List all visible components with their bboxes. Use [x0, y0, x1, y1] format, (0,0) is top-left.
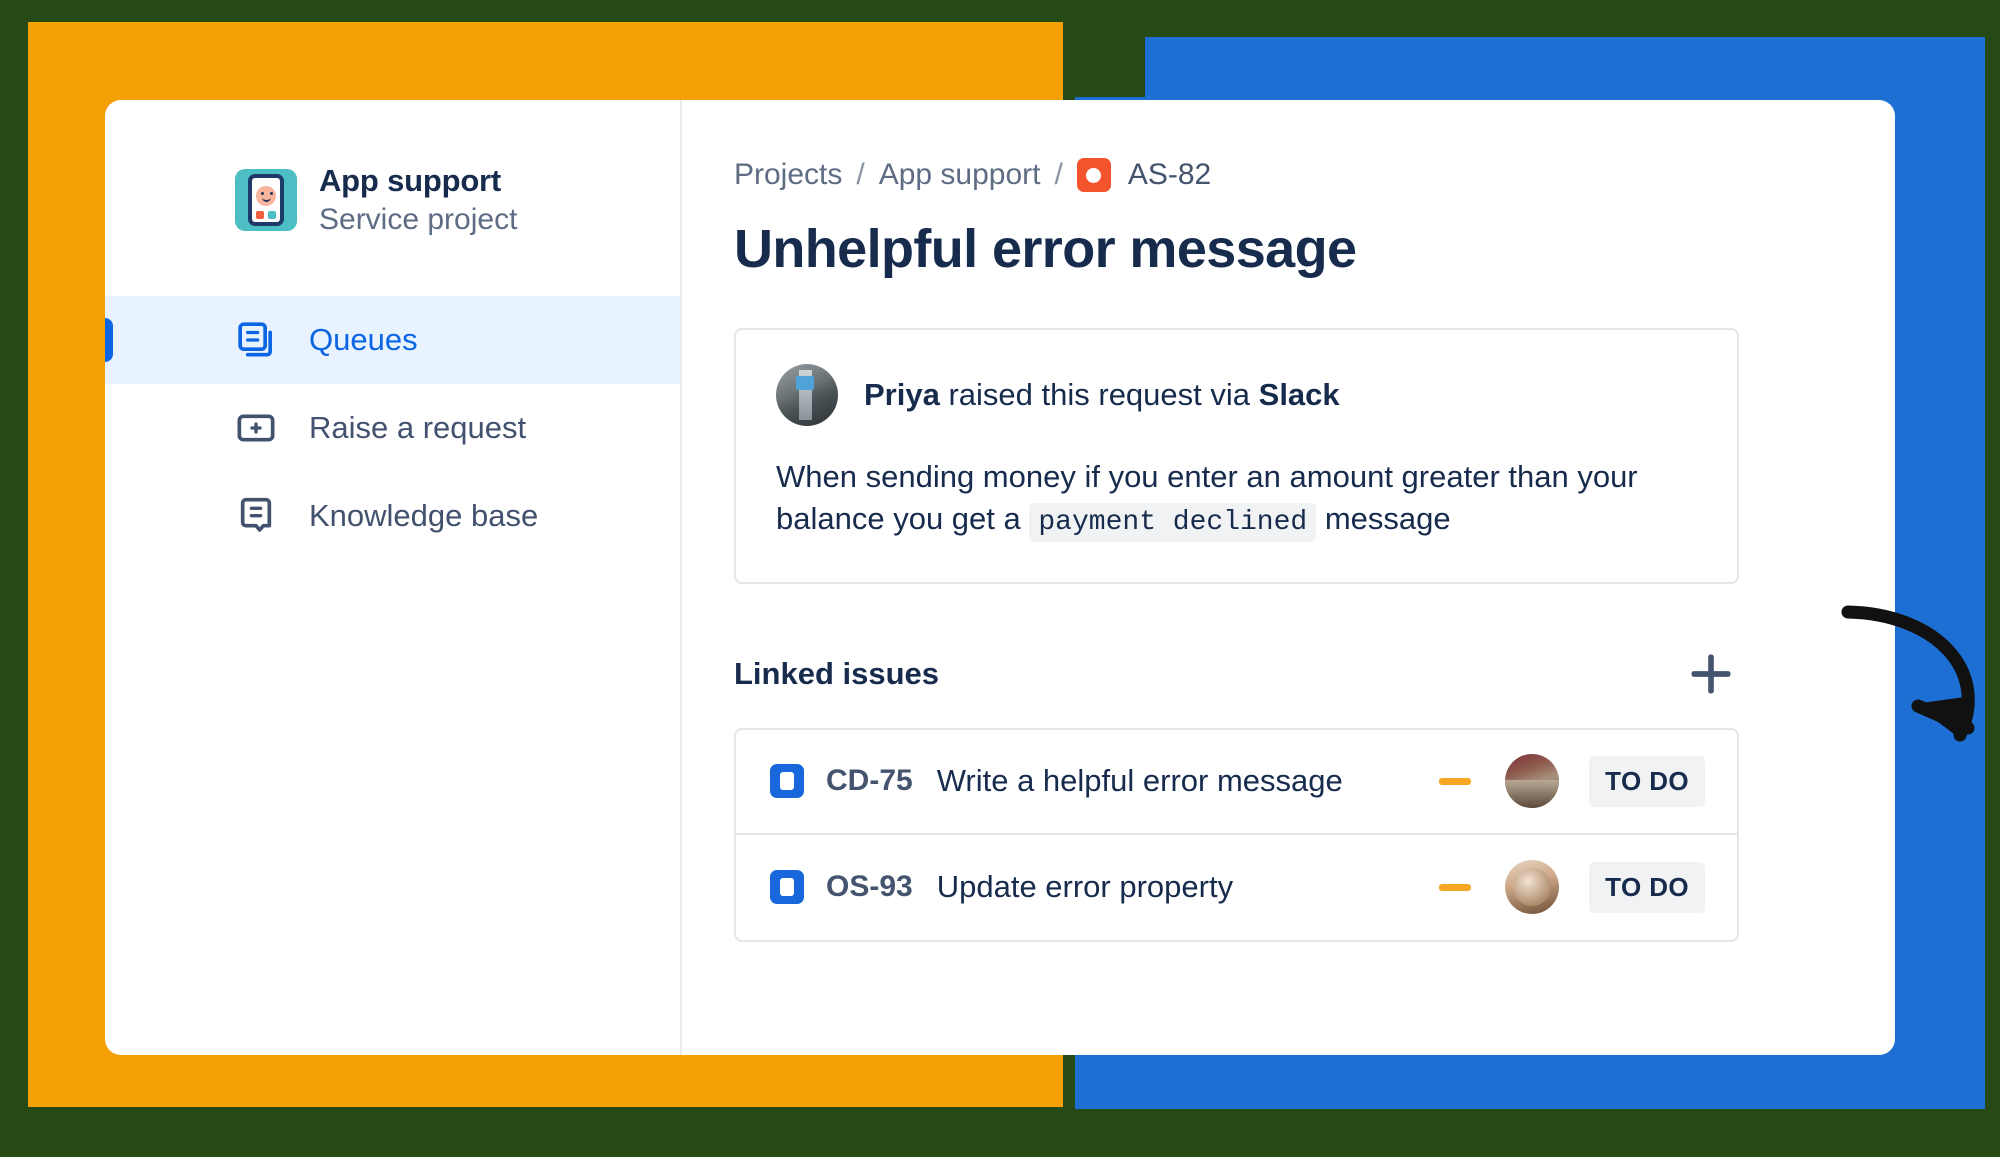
- knowledge-base-icon: [235, 495, 277, 537]
- raised-text: raised this request via: [948, 377, 1251, 412]
- page-title: Unhelpful error message: [734, 219, 1357, 279]
- breadcrumb-projects-link[interactable]: Projects: [734, 158, 842, 192]
- project-type: Service project: [319, 203, 518, 237]
- breadcrumb: Projects / App support / AS-82: [734, 158, 1895, 192]
- project-header: App support Service project: [105, 162, 680, 239]
- main-content: Projects / App support / AS-82 Unhelpful…: [682, 100, 1895, 1055]
- linked-issue-summary[interactable]: Write a helpful error message: [937, 763, 1435, 799]
- request-origin-text: Priya raised this request via Slack: [864, 377, 1340, 413]
- inline-code-snippet: payment declined: [1029, 502, 1317, 542]
- decorative-green-notch: [1075, 37, 1145, 97]
- sidebar-item-raise-a-request[interactable]: Raise a request: [105, 384, 680, 472]
- project-name: App support: [319, 163, 502, 198]
- assignee-avatar[interactable]: [1505, 754, 1560, 809]
- linked-issue-row[interactable]: CD-75 Write a helpful error message TO D…: [736, 730, 1737, 835]
- request-header: Priya raised this request via Slack: [776, 364, 1697, 426]
- plus-icon: [1685, 648, 1737, 700]
- task-icon: [770, 764, 804, 799]
- priority-medium-icon: [1435, 883, 1475, 891]
- sidebar-nav: Queues Raise a request Knowledge base: [105, 295, 680, 560]
- add-linked-issue-button[interactable]: [1683, 646, 1739, 702]
- request-detail-card: Priya raised this request via Slack When…: [734, 328, 1739, 584]
- linked-issue-summary[interactable]: Update error property: [937, 869, 1435, 905]
- linked-issues-header: Linked issues: [734, 646, 1739, 702]
- task-icon: [770, 870, 804, 905]
- request-description: When sending money if you enter an amoun…: [776, 456, 1697, 542]
- support-request-icon: [1076, 158, 1111, 192]
- reporter-name: Priya: [864, 377, 940, 412]
- sidebar: App support Service project Queues Raise…: [105, 100, 682, 1055]
- breadcrumb-separator: /: [1054, 158, 1063, 191]
- linked-issue-key[interactable]: CD-75: [826, 764, 913, 798]
- breadcrumb-project-link[interactable]: App support: [879, 158, 1041, 192]
- linked-issues-title: Linked issues: [734, 655, 940, 691]
- linked-issue-row[interactable]: OS-93 Update error property TO DO: [736, 835, 1737, 940]
- priority-medium-icon: [1435, 777, 1475, 785]
- breadcrumb-issue-link[interactable]: AS-82: [1076, 158, 1212, 192]
- sidebar-item-label: Knowledge base: [309, 497, 539, 533]
- sidebar-item-queues[interactable]: Queues: [105, 295, 680, 384]
- linked-issue-key[interactable]: OS-93: [826, 870, 913, 904]
- linked-issues-list: CD-75 Write a helpful error message TO D…: [734, 727, 1739, 942]
- sidebar-item-label: Queues: [309, 321, 418, 357]
- sidebar-item-knowledge-base[interactable]: Knowledge base: [105, 472, 680, 560]
- status-badge[interactable]: TO DO: [1589, 861, 1705, 913]
- app-window: App support Service project Queues Raise…: [105, 100, 1895, 1055]
- breadcrumb-issue-key: AS-82: [1127, 158, 1212, 191]
- breadcrumb-separator: /: [856, 158, 865, 191]
- sidebar-item-label: Raise a request: [309, 409, 527, 445]
- queues-icon: [235, 319, 277, 361]
- description-part-2: message: [1324, 500, 1451, 536]
- request-channel: Slack: [1258, 377, 1340, 412]
- reporter-avatar: [776, 364, 838, 426]
- assignee-avatar[interactable]: [1505, 860, 1560, 915]
- service-project-avatar-icon: [235, 169, 297, 232]
- raise-request-icon: [235, 407, 277, 449]
- status-badge[interactable]: TO DO: [1589, 755, 1705, 807]
